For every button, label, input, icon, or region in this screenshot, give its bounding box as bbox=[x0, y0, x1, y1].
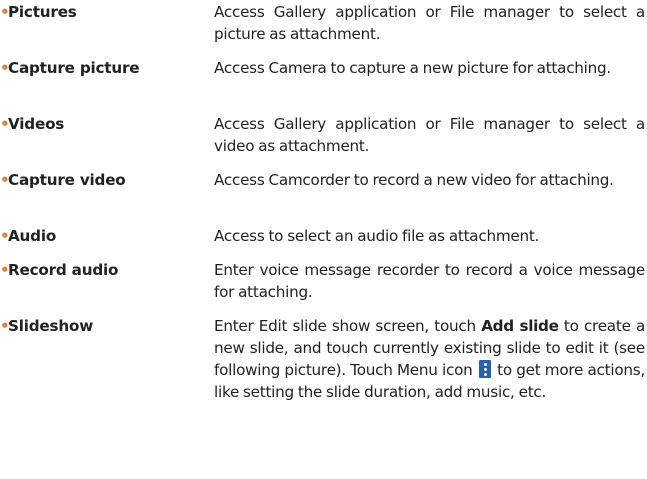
add-slide-label: Add slide bbox=[481, 317, 559, 335]
list-item-audio: • Audio Access to select an audio file a… bbox=[0, 225, 647, 247]
list-item-capture-video: • Capture video Access Camcorder to reco… bbox=[0, 169, 647, 213]
term-label: Pictures bbox=[8, 3, 77, 21]
attachment-options-list: • Pictures Access Gallery application or… bbox=[0, 1, 647, 425]
term-description: Access to select an audio file as attach… bbox=[214, 227, 540, 245]
list-item-record-audio: • Record audio Enter voice message recor… bbox=[0, 259, 647, 303]
list-item-slideshow: • Slideshow Enter Edit slide show screen… bbox=[0, 315, 647, 425]
term-description: Access Gallery application or File manag… bbox=[214, 3, 645, 43]
term-description: Enter Edit slide show screen, touch Add … bbox=[214, 315, 645, 403]
term-description: Access Camera to capture a new picture f… bbox=[214, 59, 611, 77]
list-item-capture-picture: • Capture picture Access Camera to captu… bbox=[0, 57, 647, 101]
term-label: Audio bbox=[8, 227, 57, 245]
term-label: Capture picture bbox=[8, 59, 140, 77]
term-description: Enter voice message recorder to record a… bbox=[214, 261, 645, 301]
term-description: Access Camcorder to record a new video f… bbox=[214, 171, 614, 189]
list-item-pictures: • Pictures Access Gallery application or… bbox=[0, 1, 647, 45]
menu-icon bbox=[478, 360, 491, 378]
term-label: Slideshow bbox=[8, 317, 94, 335]
term-label: Capture video bbox=[8, 171, 126, 189]
term-label: Record audio bbox=[8, 261, 119, 279]
list-item-videos: • Videos Access Gallery application or F… bbox=[0, 113, 647, 157]
term-description: Access Gallery application or File manag… bbox=[214, 115, 645, 155]
term-label: Videos bbox=[8, 115, 65, 133]
desc-text: Enter Edit slide show screen, touch bbox=[214, 317, 482, 335]
